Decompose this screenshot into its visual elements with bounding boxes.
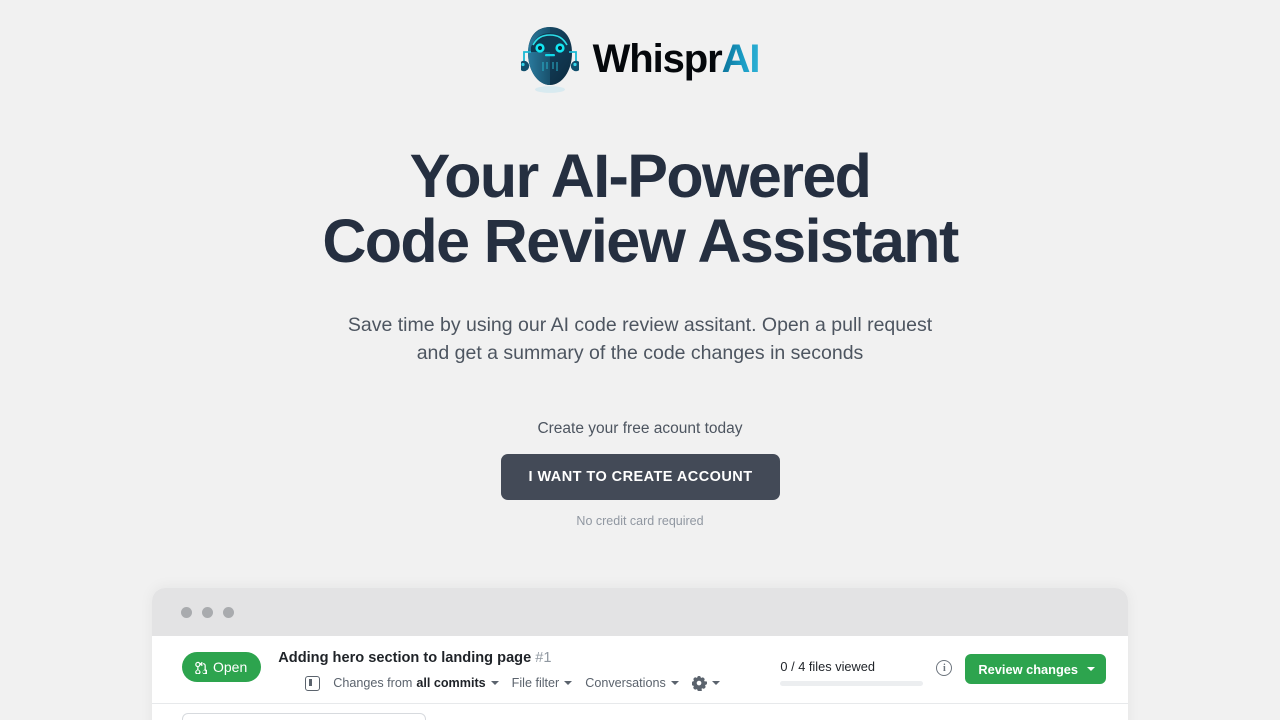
pr-title-column: Adding hero section to landing page #1 C… <box>278 650 720 691</box>
cta-lead-text: Create your free acount today <box>537 419 743 437</box>
conversations-label: Conversations <box>585 675 666 690</box>
browser-titlebar <box>152 588 1128 636</box>
logo-name-primary: Whispr <box>592 37 723 81</box>
sidebar-toggle-icon[interactable] <box>305 675 321 691</box>
page-title-line-2: Code Review Assistant <box>322 207 959 275</box>
pr-header: Open Adding hero section to landing page… <box>152 636 1128 692</box>
pr-header-actions: 0 / 4 files viewed i Review changes <box>780 654 1106 692</box>
info-icon[interactable]: i <box>936 660 953 676</box>
robot-head-icon <box>520 21 579 97</box>
chevron-down-icon <box>1087 667 1095 671</box>
review-changes-label: Review changes <box>978 661 1078 677</box>
browser-mockup: Open Adding hero section to landing page… <box>152 588 1128 720</box>
hero-subtitle-line-2: and get a summary of the code changes in… <box>416 342 864 365</box>
files-viewed-progress <box>780 681 924 687</box>
window-maximize-dot[interactable] <box>223 606 234 618</box>
file-filter-dropdown[interactable]: File filter <box>512 677 573 690</box>
window-close-dot[interactable] <box>181 606 192 618</box>
logo-name-accent: AI <box>721 37 761 81</box>
chevron-down-icon <box>670 681 679 685</box>
changes-from-commits-dropdown[interactable]: Changes from all commits <box>333 675 499 690</box>
page-title: Your AI-Powered Code Review Assistant <box>0 146 1280 272</box>
hero-subtitle-line-1: Save time by using our AI code review as… <box>347 314 933 336</box>
pr-title: Adding hero section to landing page <box>278 650 532 666</box>
cta-note: No credit card required <box>576 514 704 529</box>
pr-toolbar: Changes from all commits File filter Con… <box>278 675 720 691</box>
pull-request-icon <box>195 661 207 674</box>
pr-status-label: Open <box>213 659 248 675</box>
hero-subtitle: Save time by using our AI code review as… <box>330 272 950 368</box>
diff-settings-dropdown[interactable] <box>691 675 720 691</box>
logo-wordmark: WhisprAI <box>592 37 761 81</box>
github-pr-screenshot: Open Adding hero section to landing page… <box>152 636 1128 720</box>
conversations-dropdown[interactable]: Conversations <box>585 677 679 690</box>
files-viewed-count: 0 / 4 files viewed <box>780 658 876 674</box>
file-diff-row: 2 features/saas-starter/features/feature… <box>447 713 1110 720</box>
pr-title-row: Adding hero section to landing page #1 <box>278 650 720 668</box>
files-viewed-group: 0 / 4 files viewed <box>780 658 924 687</box>
pr-status-badge: Open <box>182 652 262 682</box>
cta-section: Create your free acount today I WANT TO … <box>0 368 1280 529</box>
filter-changed-files-input[interactable]: Filter changed files <box>182 713 426 720</box>
chevron-down-icon <box>711 681 720 685</box>
all-commits-label: all commits <box>416 675 486 690</box>
review-changes-button[interactable]: Review changes <box>965 654 1106 684</box>
pr-files-area: Filter changed files 2 features/saas-s <box>152 704 1128 720</box>
create-account-button[interactable]: I WANT TO CREATE ACCOUNT <box>500 453 780 501</box>
window-minimize-dot[interactable] <box>202 606 213 618</box>
page-title-line-1: Your AI-Powered <box>409 142 872 210</box>
changes-from-label: Changes from <box>333 675 413 690</box>
file-filter-label: File filter <box>511 675 560 690</box>
gear-icon <box>691 675 707 691</box>
chevron-down-icon <box>490 681 499 685</box>
hero-section: Your AI-Powered Code Review Assistant Sa… <box>0 80 1280 529</box>
chevron-down-icon <box>564 681 573 685</box>
site-logo[interactable]: WhisprAI <box>0 0 1280 93</box>
pr-number: #1 <box>535 650 552 666</box>
